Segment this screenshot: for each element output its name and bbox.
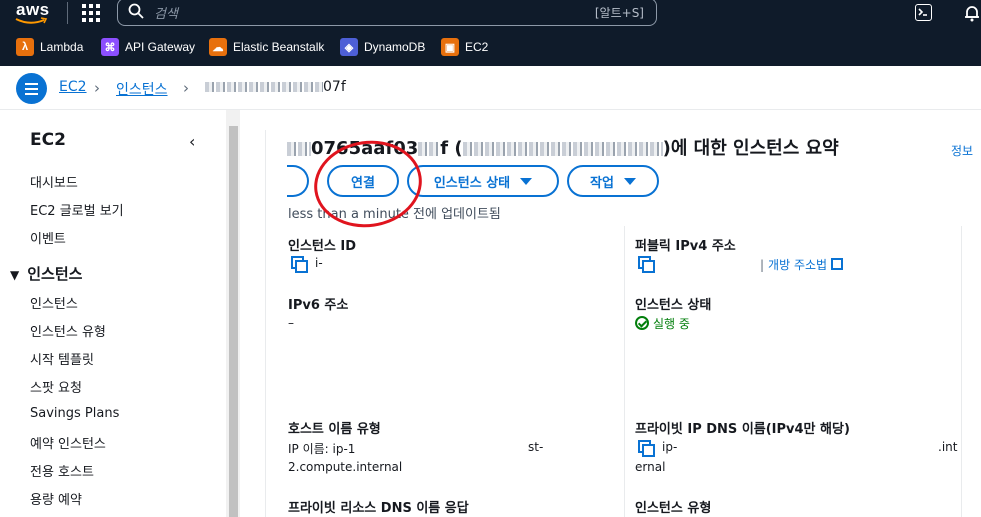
sidebar-item-spot-requests[interactable]: 스팟 요청 bbox=[30, 377, 82, 396]
external-link-icon bbox=[831, 258, 844, 270]
api-gateway-icon: ⌘ bbox=[101, 38, 119, 56]
private-resource-dns-label: 프라이빗 리소스 DNS 이름 응답 bbox=[288, 501, 469, 516]
instance-state-button[interactable]: 인스턴스 상태 bbox=[407, 165, 559, 197]
redacted-text bbox=[205, 82, 323, 92]
breadcrumb-current-suffix: 07f bbox=[323, 79, 346, 95]
caret-down-icon bbox=[623, 177, 636, 185]
top-nav-bar: aws 검색 [알트+S] bbox=[0, 0, 981, 28]
page-title-id-fragment: 0765aaf03 bbox=[311, 138, 419, 159]
aws-smile-icon bbox=[15, 17, 48, 24]
copy-icon[interactable] bbox=[291, 256, 308, 273]
menu-toggle-button[interactable] bbox=[16, 73, 47, 104]
breadcrumb-instances[interactable]: 인스턴스 bbox=[116, 79, 168, 99]
sidebar-item-global-view[interactable]: EC2 글로벌 보기 bbox=[30, 200, 124, 219]
redacted-text bbox=[418, 142, 441, 156]
instance-state-label: 인스턴스 상태 bbox=[635, 298, 712, 313]
refresh-button[interactable] bbox=[287, 165, 309, 197]
sidebar-scrollbar-thumb[interactable] bbox=[229, 126, 238, 517]
sidebar-item-launch-templates[interactable]: 시작 템플릿 bbox=[30, 349, 94, 368]
sidebar-title: EC2 bbox=[30, 130, 66, 150]
hostname-type-value-line2: 2.compute.internal bbox=[288, 460, 403, 474]
favorites-bar: λ Lambda ⌘ API Gateway ☁ Elastic Beansta… bbox=[0, 28, 981, 66]
favorite-api-gateway[interactable]: ⌘ API Gateway bbox=[101, 37, 195, 57]
services-grid-icon[interactable] bbox=[82, 4, 100, 22]
collapse-sidebar-icon[interactable]: ‹ bbox=[189, 132, 195, 151]
sidebar: EC2 ‹ 대시보드 EC2 글로벌 보기 이벤트 ▼ 인스턴스 인스턴스 인스턴… bbox=[0, 110, 226, 517]
search-shortcut: [알트+S] bbox=[594, 6, 644, 20]
divider bbox=[265, 130, 266, 517]
private-dns-value-tail: .int bbox=[938, 440, 958, 454]
hostname-type-value: IP 이름: ip-1 bbox=[288, 442, 356, 456]
breadcrumb-current: 07f bbox=[205, 79, 346, 95]
redacted-text bbox=[462, 142, 663, 156]
favorite-ec2[interactable]: ▣ EC2 bbox=[441, 37, 488, 57]
bell-icon[interactable] bbox=[962, 3, 981, 23]
favorite-label: Elastic Beanstalk bbox=[233, 40, 325, 54]
connect-button[interactable]: 연결 bbox=[327, 165, 399, 197]
open-address-link[interactable]: | 개방 주소법 bbox=[760, 256, 844, 273]
ec2-icon: ▣ bbox=[441, 38, 459, 56]
divider bbox=[67, 2, 68, 24]
favorite-label: API Gateway bbox=[125, 40, 196, 54]
column-divider bbox=[624, 226, 625, 517]
sidebar-item-capacity-reservations[interactable]: 용량 예약 bbox=[30, 489, 82, 508]
favorite-dynamodb[interactable]: ◈ DynamoDB bbox=[340, 37, 425, 57]
instance-id-value: i- bbox=[315, 256, 323, 270]
page-title-tail: )에 대한 인스턴스 요약 bbox=[662, 138, 839, 159]
page-title-id-fragment2: f ( bbox=[440, 138, 463, 159]
favorite-label: Lambda bbox=[40, 40, 84, 54]
favorite-lambda[interactable]: λ Lambda bbox=[16, 37, 83, 57]
copy-icon[interactable] bbox=[638, 256, 655, 273]
redacted-text bbox=[287, 142, 311, 156]
sidebar-item-savings-plans[interactable]: Savings Plans bbox=[30, 406, 119, 421]
dynamodb-icon: ◈ bbox=[340, 38, 358, 56]
sidebar-item-instance-types[interactable]: 인스턴스 유형 bbox=[30, 321, 106, 340]
search-icon bbox=[128, 3, 144, 19]
connect-button-label: 연결 bbox=[351, 175, 375, 191]
last-updated-text: less than a minute 전에 업데이트됨 bbox=[288, 207, 501, 222]
column-divider bbox=[961, 226, 962, 517]
favorite-label: DynamoDB bbox=[364, 40, 426, 54]
instance-type-label: 인스턴스 유형 bbox=[635, 501, 712, 516]
chevron-right-icon: › bbox=[183, 79, 189, 97]
instance-state-button-label: 인스턴스 상태 bbox=[433, 175, 511, 191]
hostname-type-label: 호스트 이름 유형 bbox=[288, 422, 381, 437]
info-link[interactable]: 정보 bbox=[951, 142, 973, 159]
sidebar-section-label: 인스턴스 bbox=[27, 265, 83, 283]
public-ipv4-label: 퍼블릭 IPv4 주소 bbox=[635, 239, 736, 254]
favorite-elastic-beanstalk[interactable]: ☁ Elastic Beanstalk bbox=[209, 37, 324, 57]
search-input[interactable]: 검색 [알트+S] bbox=[117, 0, 657, 26]
sidebar-item-events[interactable]: 이벤트 bbox=[30, 228, 66, 247]
sidebar-item-reserved-instances[interactable]: 예약 인스턴스 bbox=[30, 433, 106, 452]
instance-state-status: 실행 중 bbox=[635, 315, 690, 332]
private-dns-label: 프라이빗 IP DNS 이름(IPv4만 해당) bbox=[635, 422, 850, 437]
hostname-type-value-tail: st- bbox=[528, 440, 544, 454]
open-address-label: 개방 주소법 bbox=[768, 258, 828, 272]
favorite-label: EC2 bbox=[465, 40, 489, 54]
caret-down-icon: ▼ bbox=[10, 268, 20, 282]
breadcrumb: EC2 › 인스턴스 › 07f bbox=[0, 66, 981, 110]
instance-state-value: 실행 중 bbox=[653, 317, 690, 331]
sidebar-item-instances[interactable]: 인스턴스 bbox=[30, 293, 78, 312]
private-dns-value: ip- bbox=[662, 440, 678, 454]
ipv6-label: IPv6 주소 bbox=[288, 298, 349, 313]
cloudshell-icon[interactable] bbox=[915, 4, 932, 21]
caret-down-icon bbox=[520, 177, 533, 185]
sidebar-item-dashboard[interactable]: 대시보드 bbox=[30, 172, 78, 191]
sidebar-section-instances[interactable]: ▼ 인스턴스 bbox=[10, 263, 82, 284]
lambda-icon: λ bbox=[16, 38, 34, 56]
private-dns-value-line2: ernal bbox=[635, 460, 666, 474]
ipv6-value: – bbox=[288, 316, 294, 330]
elastic-beanstalk-icon: ☁ bbox=[209, 38, 227, 56]
actions-button-label: 작업 bbox=[590, 175, 614, 191]
instance-id-label: 인스턴스 ID bbox=[288, 239, 356, 254]
page-title: 0765aaf03 f ( )에 대한 인스턴스 요약 bbox=[287, 134, 839, 160]
chevron-right-icon: › bbox=[94, 79, 100, 97]
sidebar-item-dedicated-hosts[interactable]: 전용 호스트 bbox=[30, 461, 94, 480]
breadcrumb-ec2[interactable]: EC2 bbox=[59, 79, 87, 95]
actions-button[interactable]: 작업 bbox=[567, 165, 659, 197]
check-circle-icon bbox=[635, 316, 649, 330]
search-placeholder: 검색 bbox=[154, 7, 178, 22]
copy-icon[interactable] bbox=[638, 440, 655, 457]
